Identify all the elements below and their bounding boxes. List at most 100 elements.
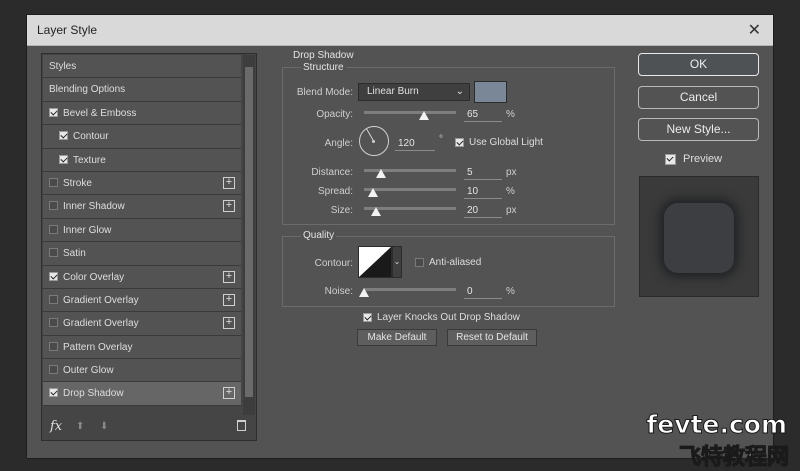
contour-label: Contour: xyxy=(314,258,353,269)
spread-slider-thumb[interactable] xyxy=(368,188,378,197)
use-global-light-checkbox[interactable] xyxy=(455,138,464,147)
style-item-gradient-overlay[interactable]: Gradient Overlay + xyxy=(43,288,241,313)
blend-mode-label: Blend Mode: xyxy=(296,87,353,98)
distance-label: Distance: xyxy=(311,167,353,178)
quality-title: Quality xyxy=(301,230,337,241)
style-item-label: Satin xyxy=(63,248,86,260)
style-item-contour[interactable]: Contour xyxy=(43,125,241,149)
style-item-inner-glow[interactable]: Inner Glow xyxy=(43,218,241,243)
noise-label: Noise: xyxy=(324,286,353,297)
shadow-color-swatch[interactable] xyxy=(474,81,507,103)
style-item-checkbox[interactable] xyxy=(49,341,58,351)
style-item-label: Color Overlay xyxy=(63,271,125,283)
move-up-icon[interactable]: ⬆ xyxy=(76,421,84,432)
add-effect-icon[interactable]: + xyxy=(223,270,235,283)
layer-knocks-out-checkbox[interactable] xyxy=(363,313,372,322)
anti-aliased-checkbox[interactable] xyxy=(415,258,424,267)
add-effect-icon[interactable]: + xyxy=(223,200,235,213)
angle-unit: ° xyxy=(439,134,443,145)
layer-style-dialog: Layer Style ✕ Styles Blending Options Beve… xyxy=(26,14,774,459)
move-down-icon[interactable]: ⬇ xyxy=(100,421,108,432)
layer-knocks-out-label: Layer Knocks Out Drop Shadow xyxy=(377,312,520,323)
style-item-pattern-overlay[interactable]: Pattern Overlay xyxy=(43,335,241,360)
anti-aliased-label: Anti-aliased xyxy=(429,257,482,268)
style-item-checkbox[interactable] xyxy=(49,224,58,234)
style-item-label: Texture xyxy=(73,154,106,166)
new-style-button[interactable]: New Style... xyxy=(638,118,759,141)
style-item-label: Styles xyxy=(49,61,77,72)
chevron-down-icon: ⌄ xyxy=(455,86,464,97)
contour-dropdown-button[interactable]: ⌄ xyxy=(392,246,402,278)
noise-slider-track[interactable] xyxy=(364,288,456,291)
style-item-checkbox[interactable] xyxy=(59,131,68,141)
style-item-styles[interactable]: Styles xyxy=(43,55,241,79)
opacity-slider-track[interactable] xyxy=(364,111,456,114)
preview-checkbox[interactable] xyxy=(665,154,676,165)
style-item-checkbox[interactable] xyxy=(49,271,58,281)
style-item-inner-shadow[interactable]: Inner Shadow + xyxy=(43,195,241,219)
style-item-color-overlay[interactable]: Color Overlay + xyxy=(43,265,241,289)
style-preview-box xyxy=(639,176,759,297)
noise-input[interactable]: 0 xyxy=(464,284,502,299)
style-item-checkbox[interactable] xyxy=(49,318,58,328)
style-item-texture[interactable]: Texture xyxy=(43,148,241,172)
style-item-checkbox[interactable] xyxy=(49,177,58,187)
size-unit: px xyxy=(506,205,517,216)
styles-scrollbar[interactable] xyxy=(243,55,255,415)
cancel-button[interactable]: Cancel xyxy=(638,86,759,109)
style-item-checkbox[interactable] xyxy=(49,201,58,211)
add-effect-icon[interactable]: + xyxy=(223,317,235,330)
add-effect-icon[interactable]: + xyxy=(223,387,235,400)
blend-mode-value: Linear Burn xyxy=(367,86,419,97)
angle-input[interactable]: 120 xyxy=(395,136,435,151)
preview-label: Preview xyxy=(683,153,723,165)
style-item-satin[interactable]: Satin xyxy=(43,242,241,266)
spread-input[interactable]: 10 xyxy=(464,184,502,199)
close-icon[interactable]: ✕ xyxy=(748,20,761,40)
distance-slider-thumb[interactable] xyxy=(376,169,386,178)
add-effect-icon[interactable]: + xyxy=(223,176,235,189)
style-item-checkbox[interactable] xyxy=(49,248,58,258)
add-effect-icon[interactable]: + xyxy=(223,293,235,306)
angle-center-dot xyxy=(372,140,375,143)
trash-icon[interactable] xyxy=(237,420,246,431)
size-label: Size: xyxy=(330,205,353,216)
watermark-domain: fevte.com xyxy=(646,410,788,440)
style-item-bevel-emboss[interactable]: Bevel & Emboss xyxy=(43,101,241,126)
style-item-drop-shadow[interactable]: Drop Shadow + xyxy=(43,382,241,406)
watermark-site-name: 飞特教程网 xyxy=(678,445,789,471)
ok-button[interactable]: OK xyxy=(638,53,759,76)
blend-mode-select[interactable]: Linear Burn ⌄ xyxy=(358,83,470,101)
style-item-checkbox[interactable] xyxy=(49,388,58,398)
style-item-checkbox[interactable] xyxy=(49,294,58,304)
styles-panel: Styles Blending Options Bevel & Emboss Cont… xyxy=(41,53,257,441)
angle-dial[interactable] xyxy=(359,126,389,156)
spread-unit: % xyxy=(506,186,515,197)
style-item-checkbox[interactable] xyxy=(49,365,58,375)
style-item-label: Gradient Overlay xyxy=(63,294,139,306)
size-slider-thumb[interactable] xyxy=(371,207,381,216)
opacity-slider-thumb[interactable] xyxy=(418,111,429,120)
style-item-label: Stroke xyxy=(63,177,92,189)
style-item-checkbox[interactable] xyxy=(59,154,68,164)
style-item-gradient-overlay[interactable]: Gradient Overlay + xyxy=(43,312,241,336)
style-item-outer-glow[interactable]: Outer Glow xyxy=(43,359,241,383)
chevron-down-icon: ⌄ xyxy=(393,257,401,266)
distance-input[interactable]: 5 xyxy=(464,165,502,180)
style-item-stroke[interactable]: Stroke + xyxy=(43,171,241,196)
reset-to-default-button[interactable]: Reset to Default xyxy=(447,329,537,346)
style-item-blending-options[interactable]: Blending Options xyxy=(43,78,241,102)
styles-list: Styles Blending Options Bevel & Emboss Cont… xyxy=(43,55,241,406)
opacity-label: Opacity: xyxy=(316,109,353,120)
contour-preview[interactable] xyxy=(358,246,392,278)
noise-unit: % xyxy=(506,286,515,297)
scrollbar-thumb[interactable] xyxy=(245,67,253,397)
fx-menu-button[interactable]: fx xyxy=(50,419,62,434)
spread-label: Spread: xyxy=(317,186,353,197)
size-input[interactable]: 20 xyxy=(464,203,502,218)
opacity-input[interactable]: 65 xyxy=(464,107,502,122)
noise-slider-thumb[interactable] xyxy=(359,288,369,297)
style-item-checkbox[interactable] xyxy=(49,107,58,117)
make-default-button[interactable]: Make Default xyxy=(357,329,437,346)
drop-shadow-section-title: Drop Shadow xyxy=(291,50,356,61)
